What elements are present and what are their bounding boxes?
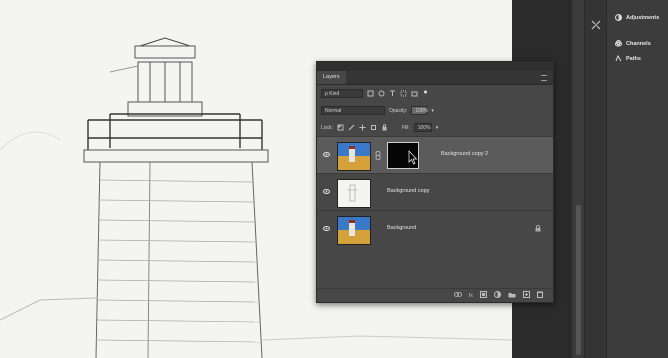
group-icon[interactable] (508, 292, 516, 300)
layer-mask-thumbnail[interactable] (387, 142, 419, 169)
mask-icon[interactable] (480, 291, 487, 300)
layers-bottom-bar: fx (317, 288, 553, 302)
layer-name[interactable]: Background copy (387, 188, 430, 194)
side-item-label: Adjustments (626, 14, 660, 21)
channels-icon (615, 40, 622, 47)
lock-all-icon[interactable] (381, 124, 388, 131)
side-item-label: Channels (626, 40, 651, 47)
layer-thumbnail (337, 142, 371, 171)
layers-panel: Layers ρ Kind Normal Opacity: 100% ▾ Loc… (316, 61, 554, 303)
lock-label: Lock: (321, 124, 333, 131)
filter-row: ρ Kind (321, 88, 429, 99)
visibility-eye-icon[interactable] (323, 189, 330, 194)
adjustment-icon[interactable] (494, 291, 501, 300)
paths-icon (615, 54, 622, 62)
fill-label: Fill: (401, 124, 410, 131)
cursor-arrow-icon (408, 150, 418, 165)
panel-tabbar: Layers (317, 71, 553, 85)
tab-layers[interactable]: Layers (317, 71, 346, 84)
layer-row-background[interactable]: Background (317, 210, 553, 248)
lock-position-icon[interactable] (359, 124, 366, 131)
fx-button[interactable]: fx (469, 293, 473, 299)
link-chain-icon[interactable] (374, 151, 382, 160)
kind-filter-select[interactable]: ρ Kind (321, 89, 363, 98)
filter-adjustment-icon[interactable] (378, 90, 385, 97)
side-item-label: Paths (626, 55, 641, 62)
fill-input[interactable]: 100% (413, 123, 432, 132)
visibility-eye-icon[interactable] (323, 152, 330, 157)
lock-transparency-icon[interactable] (337, 124, 344, 131)
lock-icon (535, 225, 541, 232)
scrollbar-thumb[interactable] (576, 205, 581, 355)
layer-thumbnail (337, 179, 371, 208)
tools-icon[interactable] (591, 20, 601, 30)
filter-pixel-icon[interactable] (367, 90, 374, 97)
layer-row-background-copy-2[interactable]: Background copy 2 (317, 136, 553, 174)
filter-type-icon[interactable] (389, 90, 396, 97)
filter-toggle-icon[interactable] (422, 90, 429, 97)
trash-icon[interactable] (537, 291, 543, 300)
adjustments-icon (615, 14, 622, 21)
link-icon[interactable] (453, 292, 462, 299)
chevron-down-icon[interactable]: ▾ (431, 108, 434, 114)
panel-titlebar[interactable] (317, 62, 553, 71)
blend-mode-select[interactable]: Normal (321, 106, 385, 115)
opacity-label: Opacity: (389, 107, 408, 114)
lock-row: Lock: Fill: 100% ▾ (321, 122, 438, 133)
new-layer-icon[interactable] (523, 291, 530, 300)
side-item-channels[interactable]: Channels (615, 40, 651, 47)
side-item-paths[interactable]: Paths (615, 54, 641, 62)
layer-row-background-copy[interactable]: Background copy (317, 173, 553, 211)
side-item-adjustments[interactable]: Adjustments (615, 14, 659, 21)
side-panel: Adjustments Channels Paths (606, 0, 668, 358)
lock-brush-icon[interactable] (348, 124, 355, 131)
lock-artboard-icon[interactable] (370, 124, 377, 131)
layer-thumbnail (337, 216, 371, 245)
visibility-eye-icon[interactable] (323, 226, 330, 231)
panel-icon-column (584, 0, 607, 358)
filter-smart-object-icon[interactable] (411, 90, 418, 97)
opacity-input[interactable]: 100% (411, 106, 428, 115)
filter-shape-icon[interactable] (400, 90, 407, 97)
blend-row: Normal Opacity: 100% ▾ (321, 105, 434, 116)
layer-name[interactable]: Background copy 2 (441, 151, 488, 157)
layer-name[interactable]: Background (387, 225, 416, 231)
panel-menu-icon[interactable] (541, 75, 547, 81)
chevron-down-icon[interactable]: ▾ (436, 125, 439, 131)
